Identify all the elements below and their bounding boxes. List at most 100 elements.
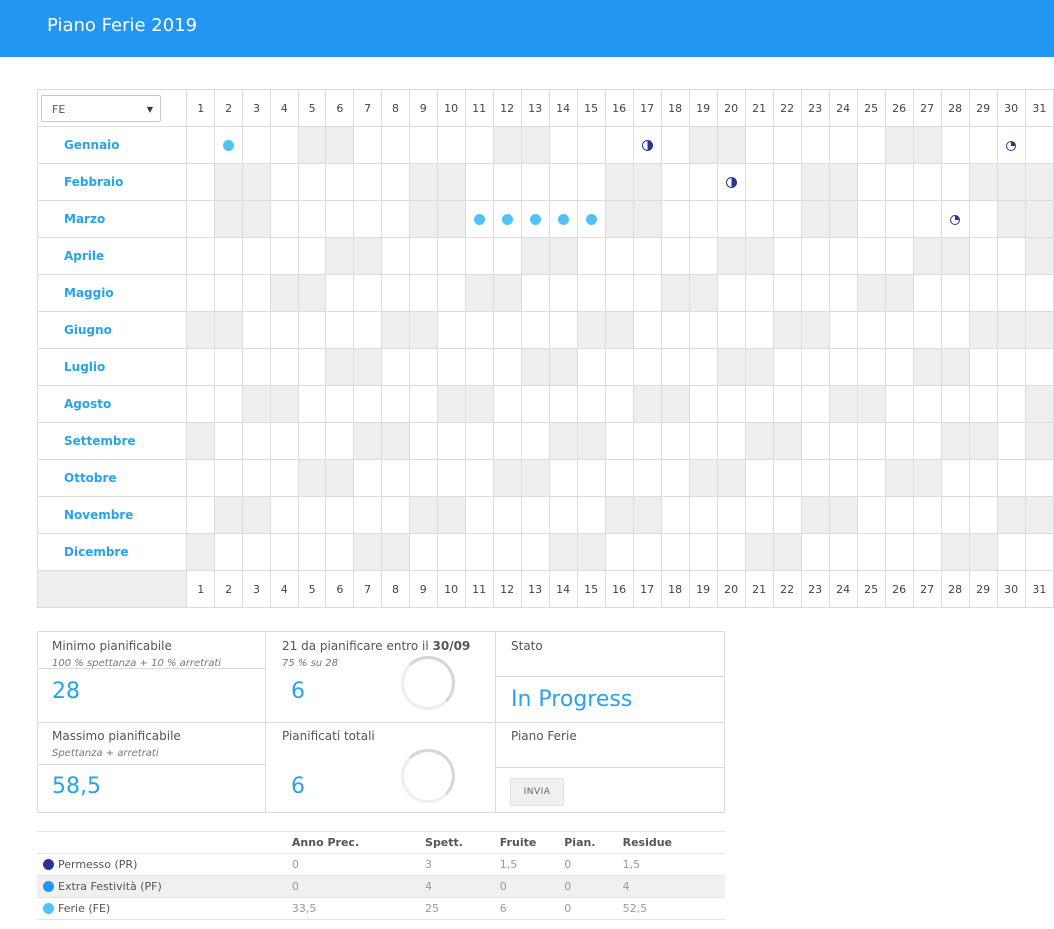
day-cell[interactable] bbox=[968, 348, 998, 386]
day-cell[interactable] bbox=[353, 422, 383, 460]
day-cell[interactable] bbox=[688, 311, 718, 349]
day-cell[interactable] bbox=[381, 348, 410, 386]
day-cell[interactable] bbox=[772, 163, 802, 201]
day-cell[interactable] bbox=[408, 385, 438, 423]
day-cell[interactable] bbox=[1024, 126, 1054, 164]
day-cell[interactable] bbox=[856, 200, 886, 238]
day-cell[interactable] bbox=[604, 385, 634, 423]
day-cell[interactable] bbox=[744, 163, 774, 201]
day-cell[interactable] bbox=[688, 126, 718, 164]
day-cell[interactable] bbox=[186, 126, 216, 164]
day-cell[interactable] bbox=[632, 496, 662, 534]
month-label[interactable]: Settembre bbox=[36, 422, 188, 460]
day-cell[interactable] bbox=[800, 422, 830, 460]
day-cell[interactable] bbox=[214, 422, 244, 460]
day-cell[interactable] bbox=[884, 459, 914, 497]
day-cell[interactable] bbox=[996, 348, 1026, 386]
day-cell[interactable] bbox=[688, 459, 718, 497]
day-cell[interactable] bbox=[269, 496, 299, 534]
day-cell[interactable] bbox=[604, 533, 634, 571]
month-label[interactable]: Maggio bbox=[36, 274, 188, 312]
day-cell[interactable] bbox=[660, 200, 690, 238]
day-cell[interactable] bbox=[940, 274, 970, 312]
day-cell[interactable] bbox=[744, 533, 774, 571]
day-cell[interactable] bbox=[269, 459, 299, 497]
day-cell[interactable] bbox=[381, 422, 410, 460]
day-cell[interactable] bbox=[576, 385, 606, 423]
day-cell[interactable] bbox=[214, 385, 244, 423]
day-cell[interactable] bbox=[242, 126, 271, 164]
day-cell[interactable] bbox=[912, 422, 942, 460]
day-cell[interactable] bbox=[242, 385, 271, 423]
day-cell[interactable] bbox=[604, 200, 634, 238]
day-cell[interactable] bbox=[576, 126, 606, 164]
day-cell[interactable] bbox=[353, 496, 383, 534]
day-cell[interactable] bbox=[744, 496, 774, 534]
day-cell[interactable] bbox=[716, 422, 746, 460]
month-label[interactable]: Gennaio bbox=[36, 126, 188, 164]
day-cell[interactable] bbox=[297, 200, 327, 238]
day-cell[interactable] bbox=[856, 385, 886, 423]
day-cell[interactable] bbox=[968, 311, 998, 349]
day-cell[interactable] bbox=[1024, 200, 1054, 238]
day-cell[interactable] bbox=[492, 348, 522, 386]
day-cell[interactable] bbox=[996, 533, 1026, 571]
day-cell[interactable] bbox=[800, 496, 830, 534]
day-cell[interactable] bbox=[548, 459, 578, 497]
day-cell[interactable] bbox=[856, 348, 886, 386]
day-cell[interactable] bbox=[381, 163, 410, 201]
day-cell[interactable] bbox=[297, 126, 327, 164]
day-cell[interactable] bbox=[940, 459, 970, 497]
day-cell[interactable] bbox=[548, 533, 578, 571]
day-cell[interactable] bbox=[604, 422, 634, 460]
day-cell[interactable] bbox=[912, 348, 942, 386]
day-cell[interactable] bbox=[576, 496, 606, 534]
day-cell[interactable] bbox=[660, 459, 690, 497]
day-cell[interactable] bbox=[325, 126, 355, 164]
day-cell[interactable] bbox=[828, 459, 858, 497]
day-cell[interactable] bbox=[828, 533, 858, 571]
day-cell[interactable] bbox=[381, 385, 410, 423]
day-cell[interactable] bbox=[884, 274, 914, 312]
day-cell[interactable] bbox=[1024, 385, 1054, 423]
day-cell[interactable] bbox=[716, 385, 746, 423]
day-cell[interactable] bbox=[772, 200, 802, 238]
day-cell[interactable] bbox=[688, 496, 718, 534]
day-cell[interactable] bbox=[744, 237, 774, 275]
day-cell[interactable] bbox=[1024, 163, 1054, 201]
day-cell[interactable] bbox=[520, 126, 550, 164]
day-cell[interactable] bbox=[464, 274, 494, 312]
day-cell[interactable] bbox=[968, 274, 998, 312]
day-cell[interactable] bbox=[408, 422, 438, 460]
day-cell[interactable] bbox=[548, 385, 578, 423]
day-cell[interactable] bbox=[325, 163, 355, 201]
day-cell[interactable] bbox=[828, 311, 858, 349]
day-cell[interactable] bbox=[242, 237, 271, 275]
day-cell[interactable] bbox=[436, 385, 466, 423]
day-cell[interactable] bbox=[464, 496, 494, 534]
day-cell[interactable] bbox=[325, 348, 355, 386]
day-cell[interactable] bbox=[716, 459, 746, 497]
day-cell[interactable] bbox=[242, 459, 271, 497]
day-cell[interactable] bbox=[660, 126, 690, 164]
day-cell[interactable] bbox=[242, 163, 271, 201]
day-cell[interactable] bbox=[548, 126, 578, 164]
day-cell[interactable] bbox=[325, 533, 355, 571]
day-cell[interactable] bbox=[492, 237, 522, 275]
day-cell[interactable] bbox=[576, 311, 606, 349]
day-cell[interactable] bbox=[856, 533, 886, 571]
day-cell[interactable] bbox=[297, 533, 327, 571]
day-cell[interactable] bbox=[381, 274, 410, 312]
day-cell[interactable] bbox=[912, 200, 942, 238]
day-cell[interactable] bbox=[269, 126, 299, 164]
day-cell[interactable] bbox=[772, 422, 802, 460]
day-cell[interactable] bbox=[632, 533, 662, 571]
day-cell[interactable] bbox=[186, 422, 216, 460]
day-cell[interactable] bbox=[214, 311, 244, 349]
day-cell[interactable] bbox=[884, 126, 914, 164]
day-cell[interactable] bbox=[269, 200, 299, 238]
day-cell[interactable] bbox=[186, 496, 216, 534]
day-cell[interactable] bbox=[632, 163, 662, 201]
day-cell[interactable] bbox=[744, 311, 774, 349]
day-cell[interactable] bbox=[996, 126, 1026, 164]
